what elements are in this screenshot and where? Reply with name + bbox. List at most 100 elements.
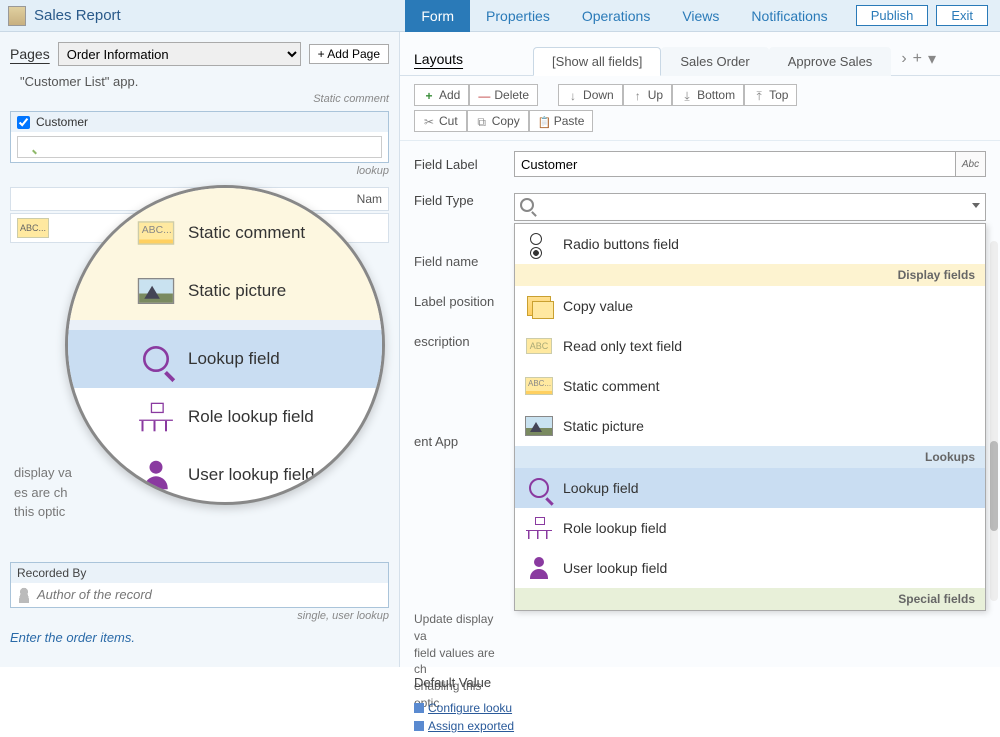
readonly-icon (526, 338, 552, 354)
right-pane: Layouts [Show all fields] Sales Order Ap… (400, 32, 1000, 667)
add-button[interactable]: Add (414, 84, 469, 106)
mag-staticcomment: Static comment (68, 188, 382, 262)
user-lookup-icon (528, 557, 550, 579)
static-picture-icon (525, 416, 553, 436)
search-icon (520, 198, 534, 212)
dd-lookup[interactable]: Lookup field (515, 468, 985, 508)
author-text: Author of the record (37, 587, 152, 602)
static-comment-icon (138, 221, 174, 244)
bottom-icon (681, 89, 693, 101)
lookup-icon (143, 346, 169, 372)
up-button[interactable]: Up (623, 84, 672, 106)
dd-section-display: Display fields (515, 264, 985, 286)
dd-section-lookups: Lookups (515, 446, 985, 468)
tab-form[interactable]: Form (405, 0, 470, 32)
field-type-search[interactable] (514, 193, 986, 221)
square-icon (414, 703, 424, 713)
plus-icon (423, 89, 435, 101)
dd-userlookup[interactable]: User lookup field (515, 548, 985, 588)
tab-notifications[interactable]: Notifications (735, 0, 843, 32)
app-icon (8, 6, 26, 26)
dd-section-special: Special fields (515, 588, 985, 610)
bottom-button[interactable]: Bottom (672, 84, 744, 106)
up-icon (632, 89, 644, 101)
exit-button[interactable]: Exit (936, 5, 988, 26)
default-value-label: Default Value (414, 675, 491, 690)
tab-operations[interactable]: Operations (566, 0, 666, 32)
role-lookup-icon (526, 517, 552, 539)
square-icon (414, 721, 424, 731)
customer-search-input[interactable] (17, 136, 382, 158)
recorded-by-label: Recorded By (11, 563, 388, 583)
plus-icon[interactable]: + (913, 50, 922, 68)
layout-tab-salesorder[interactable]: Sales Order (661, 47, 768, 76)
tab-views[interactable]: Views (666, 0, 735, 32)
side-labels: Field name Label position escription ent… (414, 241, 494, 461)
recorded-by-box[interactable]: Recorded By Author of the record (10, 562, 389, 608)
field-toolbar: Add Delete Down Up Bottom Top Cut Copy P… (400, 76, 1000, 141)
cut-button[interactable]: Cut (414, 110, 467, 132)
enter-items-text: Enter the order items. (10, 630, 399, 645)
static-comment-label: Static comment (0, 93, 389, 105)
update-note: Update display va field values are ch en… (414, 611, 504, 712)
magnifier-overlay: Static comment Static picture Lookup fie… (65, 185, 385, 505)
copy-button[interactable]: Copy (467, 110, 529, 132)
assign-exported-link[interactable]: Assign exported (414, 719, 514, 733)
copy-icon (476, 115, 488, 127)
dd-copyvalue[interactable]: Copy value (515, 286, 985, 326)
top-button[interactable]: Top (744, 84, 797, 106)
pages-select[interactable]: Order Information (58, 42, 301, 66)
tab-properties[interactable]: Properties (470, 0, 566, 32)
add-page-button[interactable]: + Add Page (309, 44, 389, 64)
customer-list-text: "Customer List" app. (20, 74, 389, 89)
layouts-label: Layouts (414, 51, 463, 67)
abc-tag[interactable]: Abc (956, 151, 986, 177)
field-label-lbl: Field Label (414, 157, 514, 172)
paste-button[interactable]: Paste (529, 110, 594, 132)
configure-lookup-link[interactable]: Configure looku (414, 701, 514, 715)
app-header: Sales Report Form Properties Operations … (0, 0, 1000, 32)
paste-icon (538, 115, 550, 127)
static-comment-icon (525, 377, 553, 395)
static-picture-icon (138, 278, 174, 304)
radio-icon (530, 233, 548, 255)
mag-lookup: Lookup field (68, 330, 382, 388)
dd-staticcomment[interactable]: Static comment (515, 366, 985, 406)
down-button[interactable]: Down (558, 84, 623, 106)
minus-icon (478, 89, 490, 101)
field-label-input[interactable] (514, 151, 956, 177)
app-title: Sales Report (34, 7, 121, 24)
customer-checkbox[interactable] (17, 116, 30, 129)
recorded-foot: single, user lookup (0, 610, 389, 622)
lookup-icon (529, 478, 549, 498)
delete-button[interactable]: Delete (469, 84, 538, 106)
customer-field-box[interactable]: Customer (10, 111, 389, 163)
dd-staticpicture[interactable]: Static picture (515, 406, 985, 446)
dd-readonly[interactable]: Read only text field (515, 326, 985, 366)
main-tabs: Form Properties Operations Views Notific… (405, 0, 843, 32)
chevron-down-icon[interactable]: ▾ (928, 49, 936, 69)
scrollbar[interactable] (990, 241, 998, 601)
role-lookup-icon (139, 403, 173, 432)
dd-rolelookup[interactable]: Role lookup field (515, 508, 985, 548)
publish-button[interactable]: Publish (856, 5, 929, 26)
layout-tab-approve[interactable]: Approve Sales (769, 47, 892, 76)
chevron-right-icon[interactable]: › (901, 50, 906, 68)
dd-radio[interactable]: Radio buttons field (515, 224, 985, 264)
cut-icon (423, 115, 435, 127)
top-icon (753, 89, 765, 101)
mag-rolelookup: Role lookup field (68, 388, 382, 446)
mag-staticpicture: Static picture (68, 262, 382, 320)
person-icon (17, 587, 31, 603)
layout-tab-showall[interactable]: [Show all fields] (533, 47, 661, 76)
down-icon (567, 89, 579, 101)
customer-field-label: Customer (36, 115, 88, 129)
copy-value-icon (527, 296, 551, 316)
abc-icon: ABC... (17, 218, 49, 238)
pages-label: Pages (10, 46, 50, 62)
search-icon (17, 136, 382, 158)
user-lookup-icon (142, 461, 171, 490)
chevron-down-icon[interactable] (972, 203, 980, 208)
mag-userlookup: User lookup field (68, 446, 382, 504)
lookup-foot-label: lookup (0, 165, 389, 177)
